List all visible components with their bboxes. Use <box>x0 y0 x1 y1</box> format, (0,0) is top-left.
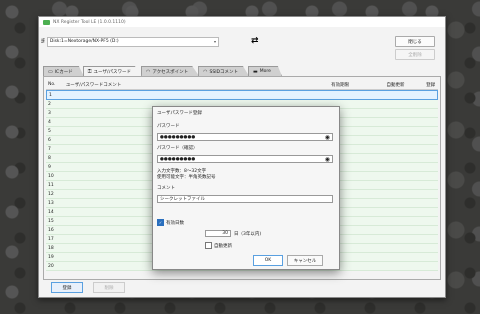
col-no-header: No. <box>48 82 56 87</box>
password-field[interactable]: ●●●●●●●●● ◉ <box>157 133 333 141</box>
password-value: ●●●●●●●●● <box>160 134 196 140</box>
app-icon <box>43 19 50 25</box>
table-row[interactable]: 1 <box>46 90 438 100</box>
col-expiry-header: 有効期限 <box>331 82 350 88</box>
dialog-title: ユーザパスワード登録 <box>157 111 202 116</box>
row-number: 13 <box>48 200 54 206</box>
tab-ic-card[interactable]: ▭ ICカード <box>43 66 84 76</box>
refresh-icon[interactable]: ⇄ <box>251 36 259 46</box>
confirm-password-field[interactable]: ●●●●●●●●● ◉ <box>157 155 333 163</box>
valid-days-row: ✓ 有効日数 <box>157 219 184 226</box>
row-number: 3 <box>48 110 51 116</box>
tab-user-password[interactable]: ⚿ ユーザ/パスワード <box>82 66 142 76</box>
register-button[interactable]: 登録 <box>51 282 83 293</box>
tab-label: More <box>259 69 271 74</box>
confirm-password-label: パスワード（確認） <box>157 146 198 151</box>
disk-toolbar: ⭿ Disk:1=Nextorage/NX-PF5 (D:) ▾ <box>41 36 219 47</box>
days-input[interactable]: 30 <box>205 230 231 237</box>
usb-icon: ⭿ <box>41 37 45 45</box>
card-icon: ▭ <box>48 68 53 75</box>
tab-access-point[interactable]: ◠ アクセスポイント <box>140 66 200 76</box>
password-rules: 入力文字数：8～32文字 使用可能文字：半角英数記号 <box>157 169 216 181</box>
folder-icon: ▬ <box>253 68 258 75</box>
row-number: 19 <box>48 254 54 260</box>
row-number: 2 <box>48 101 51 107</box>
col-delete-header: 登録 <box>426 82 436 88</box>
row-number: 5 <box>48 128 51 134</box>
ok-button[interactable]: OK <box>253 255 283 266</box>
cancel-button[interactable]: キャンセル <box>287 255 323 266</box>
window-title: NX Register Tool LE (1.0.0.1110) <box>53 19 126 25</box>
wifi-icon: ◠ <box>145 68 151 75</box>
valid-days-checkbox[interactable]: ✓ <box>157 219 164 226</box>
auto-update-label: 自動更新 <box>214 243 232 249</box>
row-number: 1 <box>49 92 52 98</box>
days-input-row: 30 日（3年以内) <box>205 230 261 237</box>
row-number: 11 <box>48 182 54 188</box>
row-number: 9 <box>48 164 51 170</box>
key-icon: ⚿ <box>87 68 92 75</box>
delete-button[interactable]: 削除 <box>93 282 125 293</box>
comment-value: シークレットファイル <box>160 197 205 202</box>
row-number: 20 <box>48 263 54 269</box>
row-number: 7 <box>48 146 51 152</box>
tab-label: SSIDコメント <box>209 69 239 75</box>
row-number: 8 <box>48 155 51 161</box>
col-auto-header: 自動更新 <box>386 82 405 88</box>
password-label: パスワード <box>157 124 180 129</box>
auto-update-row: 自動更新 <box>205 242 232 249</box>
auto-update-checkbox[interactable] <box>205 242 212 249</box>
confirm-password-value: ●●●●●●●●● <box>160 156 196 162</box>
disk-select-value: Disk:1=Nextorage/NX-PF5 (D:) <box>49 39 119 44</box>
tab-label: ICカード <box>54 69 73 75</box>
delete-all-button[interactable]: 全削除 <box>395 49 435 60</box>
tab-bar: ▭ ICカード ⚿ ユーザ/パスワード ◠ アクセスポイント ◠ SSIDコメント ▬ M… <box>43 66 282 76</box>
row-number: 16 <box>48 227 54 233</box>
user-password-dialog: ユーザパスワード登録 パスワード ●●●●●●●●● ◉ パスワード（確認） ●… <box>152 106 340 270</box>
row-number: 4 <box>48 119 51 125</box>
table-header: No. ユーザ/パスワードコメント 有効期限 自動更新 登録 <box>46 80 438 90</box>
rule-chars: 使用可能文字：半角英数記号 <box>157 175 216 180</box>
valid-days-label: 有効日数 <box>166 220 184 226</box>
row-number: 17 <box>48 236 54 242</box>
row-number: 12 <box>48 191 54 197</box>
tab-ssid-comment[interactable]: ◠ SSIDコメント <box>198 66 250 76</box>
col-comment-header: ユーザ/パスワードコメント <box>65 82 122 88</box>
comment-field[interactable]: シークレットファイル <box>157 195 333 203</box>
close-button[interactable]: 閉じる <box>395 36 435 47</box>
row-number: 15 <box>48 218 54 224</box>
comment-label: コメント <box>157 186 175 191</box>
row-number: 10 <box>48 173 54 179</box>
title-bar: NX Register Tool LE (1.0.0.1110) <box>39 17 445 27</box>
wifi-icon: ◠ <box>203 68 208 75</box>
chevron-down-icon: ▾ <box>213 39 216 44</box>
eye-icon[interactable]: ◉ <box>325 156 330 163</box>
tab-label: ユーザ/パスワード <box>93 69 131 75</box>
row-number: 18 <box>48 245 54 251</box>
tab-label: アクセスポイント <box>152 69 189 75</box>
row-number: 14 <box>48 209 54 215</box>
tab-more[interactable]: ▬ More <box>248 66 282 76</box>
eye-icon[interactable]: ◉ <box>325 134 330 141</box>
disk-select[interactable]: Disk:1=Nextorage/NX-PF5 (D:) ▾ <box>46 36 219 47</box>
row-number: 6 <box>48 137 51 143</box>
days-unit: 日（3年以内) <box>234 231 262 237</box>
